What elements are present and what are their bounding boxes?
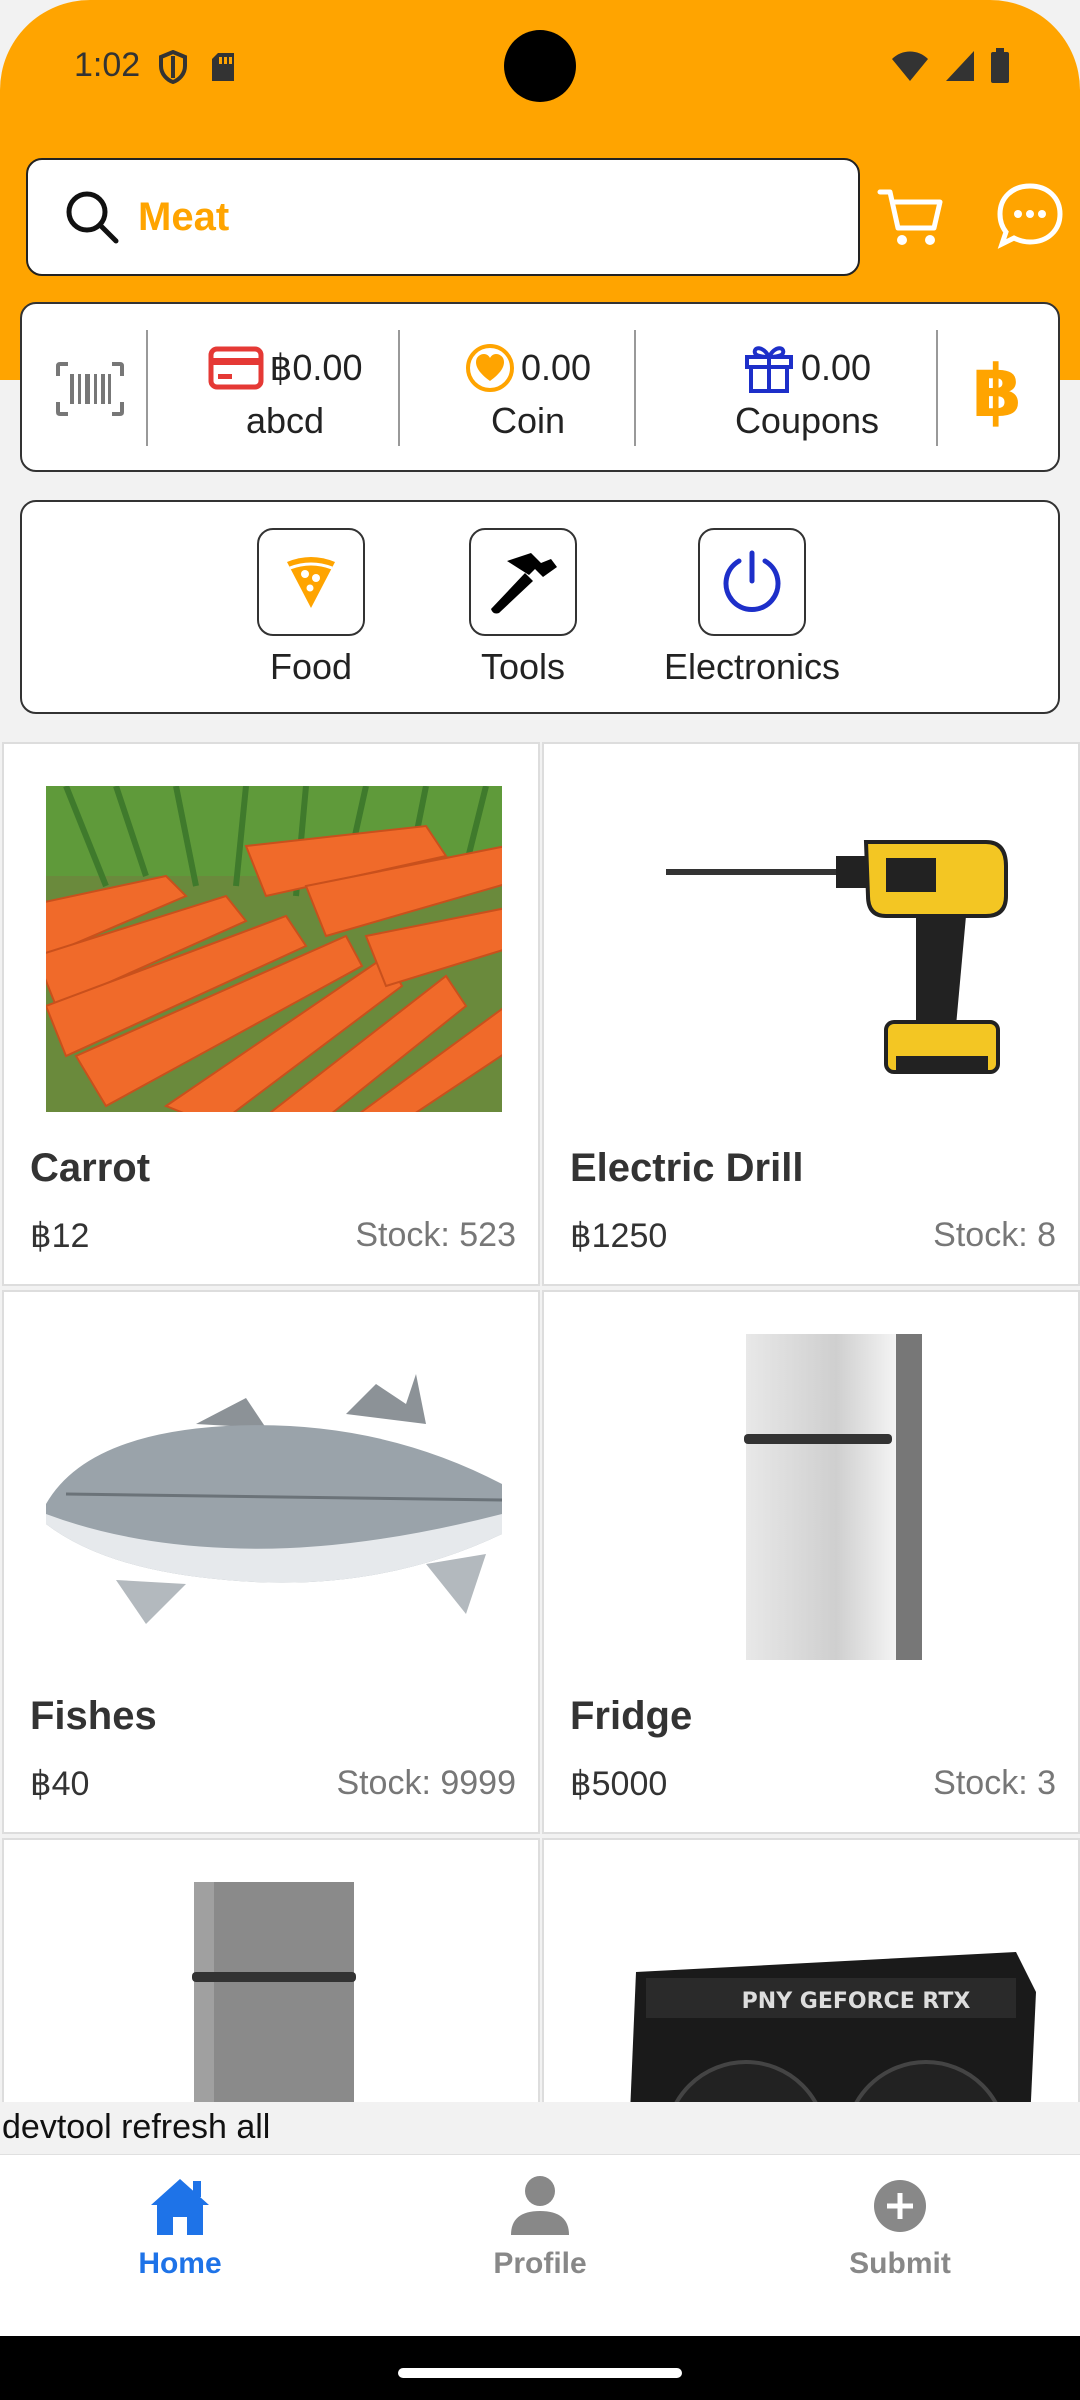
wallet-balance[interactable]: ฿0.00 abcd: [172, 340, 398, 442]
product-price: ฿40: [30, 1765, 90, 1803]
camera-cutout: [504, 30, 576, 102]
carrot-image: [46, 786, 502, 1112]
coupons-label: Coupons: [734, 400, 880, 441]
fridge-image: [586, 1334, 1042, 1660]
search-value: Meat: [138, 194, 230, 239]
product-card-fishes[interactable]: Fishes ฿40 Stock: 9999: [2, 1290, 540, 1834]
devtool-refresh-button[interactable]: devtool refresh all: [0, 2102, 1080, 2154]
product-card-electric-drill[interactable]: Electric Drill ฿1250 Stock: 8: [542, 742, 1080, 1286]
search-input[interactable]: Meat: [26, 158, 860, 276]
divider: [634, 330, 636, 446]
drill-image: [586, 786, 1042, 1112]
bitcoin-icon[interactable]: ฿: [962, 349, 1032, 433]
bottom-nav: Home Profile Submit: [0, 2154, 1080, 2336]
product-name: Electric Drill: [570, 1146, 804, 1190]
wifi-icon: [892, 51, 928, 81]
gpu-image: PNY GEFORCE RTX: [586, 1882, 1042, 2102]
signal-icon: [946, 51, 974, 81]
balance-label: abcd: [245, 400, 325, 441]
pizza-icon: [257, 528, 365, 636]
nav-profile[interactable]: Profile: [440, 2171, 640, 2281]
divider: [146, 330, 148, 446]
product-card-carrot[interactable]: Carrot ฿12 Stock: 523: [2, 742, 540, 1286]
barcode-icon[interactable]: [56, 362, 124, 416]
search-icon: [64, 189, 120, 245]
divider: [398, 330, 400, 446]
coin-label: Coin: [490, 400, 566, 441]
product-card-6[interactable]: PNY GEFORCE RTX: [542, 1838, 1080, 2102]
product-stock: Stock: 3: [933, 1764, 1056, 1802]
shield-icon: [159, 50, 187, 84]
nav-profile-label: Profile: [493, 2247, 587, 2280]
nav-submit-label: Submit: [849, 2247, 951, 2280]
fish-image: [46, 1334, 502, 1660]
fridge-gray-image: [46, 1882, 502, 2102]
home-icon: [145, 2171, 215, 2241]
category-tools-label: Tools: [480, 646, 566, 687]
chat-icon[interactable]: [996, 182, 1064, 250]
gesture-handle[interactable]: [398, 2368, 682, 2378]
product-name: Fridge: [570, 1694, 693, 1738]
heart-coin-icon: [465, 344, 514, 392]
status-bar: 1:02: [0, 0, 1080, 130]
category-tools[interactable]: Tools: [448, 528, 598, 688]
gift-icon: [744, 346, 793, 393]
product-price: ฿5000: [570, 1765, 668, 1803]
product-stock: Stock: 523: [355, 1216, 516, 1254]
power-icon: [698, 528, 806, 636]
status-time: 1:02: [74, 46, 141, 84]
product-card-fridge[interactable]: Fridge ฿5000 Stock: 3: [542, 1290, 1080, 1834]
category-food-label: Food: [269, 646, 353, 687]
wallet-card: ฿0.00 abcd 0.00 Coin 0.00 Coupons ฿: [20, 302, 1060, 472]
nav-home-label: Home: [138, 2247, 222, 2280]
plus-circle-icon: [865, 2171, 935, 2241]
cart-icon[interactable]: [876, 182, 946, 252]
product-card-5[interactable]: [2, 1838, 540, 2102]
battery-icon: [991, 48, 1009, 83]
hammer-icon: [469, 528, 577, 636]
nav-home[interactable]: Home: [80, 2171, 280, 2281]
nav-submit[interactable]: Submit: [800, 2171, 1000, 2281]
svg-text:฿: ฿: [972, 350, 1022, 430]
product-grid: Carrot ฿12 Stock: 523 Electric Drill ฿12…: [0, 742, 1080, 2102]
sd-card-icon: [212, 53, 234, 81]
person-icon: [505, 2171, 575, 2241]
category-food[interactable]: Food: [236, 528, 386, 688]
product-stock: Stock: 9999: [336, 1764, 516, 1802]
card-icon: [208, 346, 263, 390]
wallet-coin[interactable]: 0.00 Coin: [422, 340, 634, 442]
balance-value: ฿0.00: [269, 347, 363, 388]
product-name: Fishes: [30, 1694, 157, 1738]
category-card: Food Tools Electronics: [20, 500, 1060, 714]
product-price: ฿12: [30, 1217, 90, 1255]
product-stock: Stock: 8: [933, 1216, 1056, 1254]
product-name: Carrot: [30, 1146, 151, 1190]
gpu-brand-text: PNY GEFORCE RTX: [742, 1989, 971, 2014]
category-electronics[interactable]: Electronics: [652, 528, 852, 688]
coin-value: 0.00: [520, 347, 592, 388]
wallet-coupons[interactable]: 0.00 Coupons: [662, 340, 952, 442]
product-price: ฿1250: [570, 1217, 668, 1255]
divider: [936, 330, 938, 446]
category-electronics-label: Electronics: [663, 646, 841, 687]
coupons-value: 0.00: [800, 347, 872, 388]
